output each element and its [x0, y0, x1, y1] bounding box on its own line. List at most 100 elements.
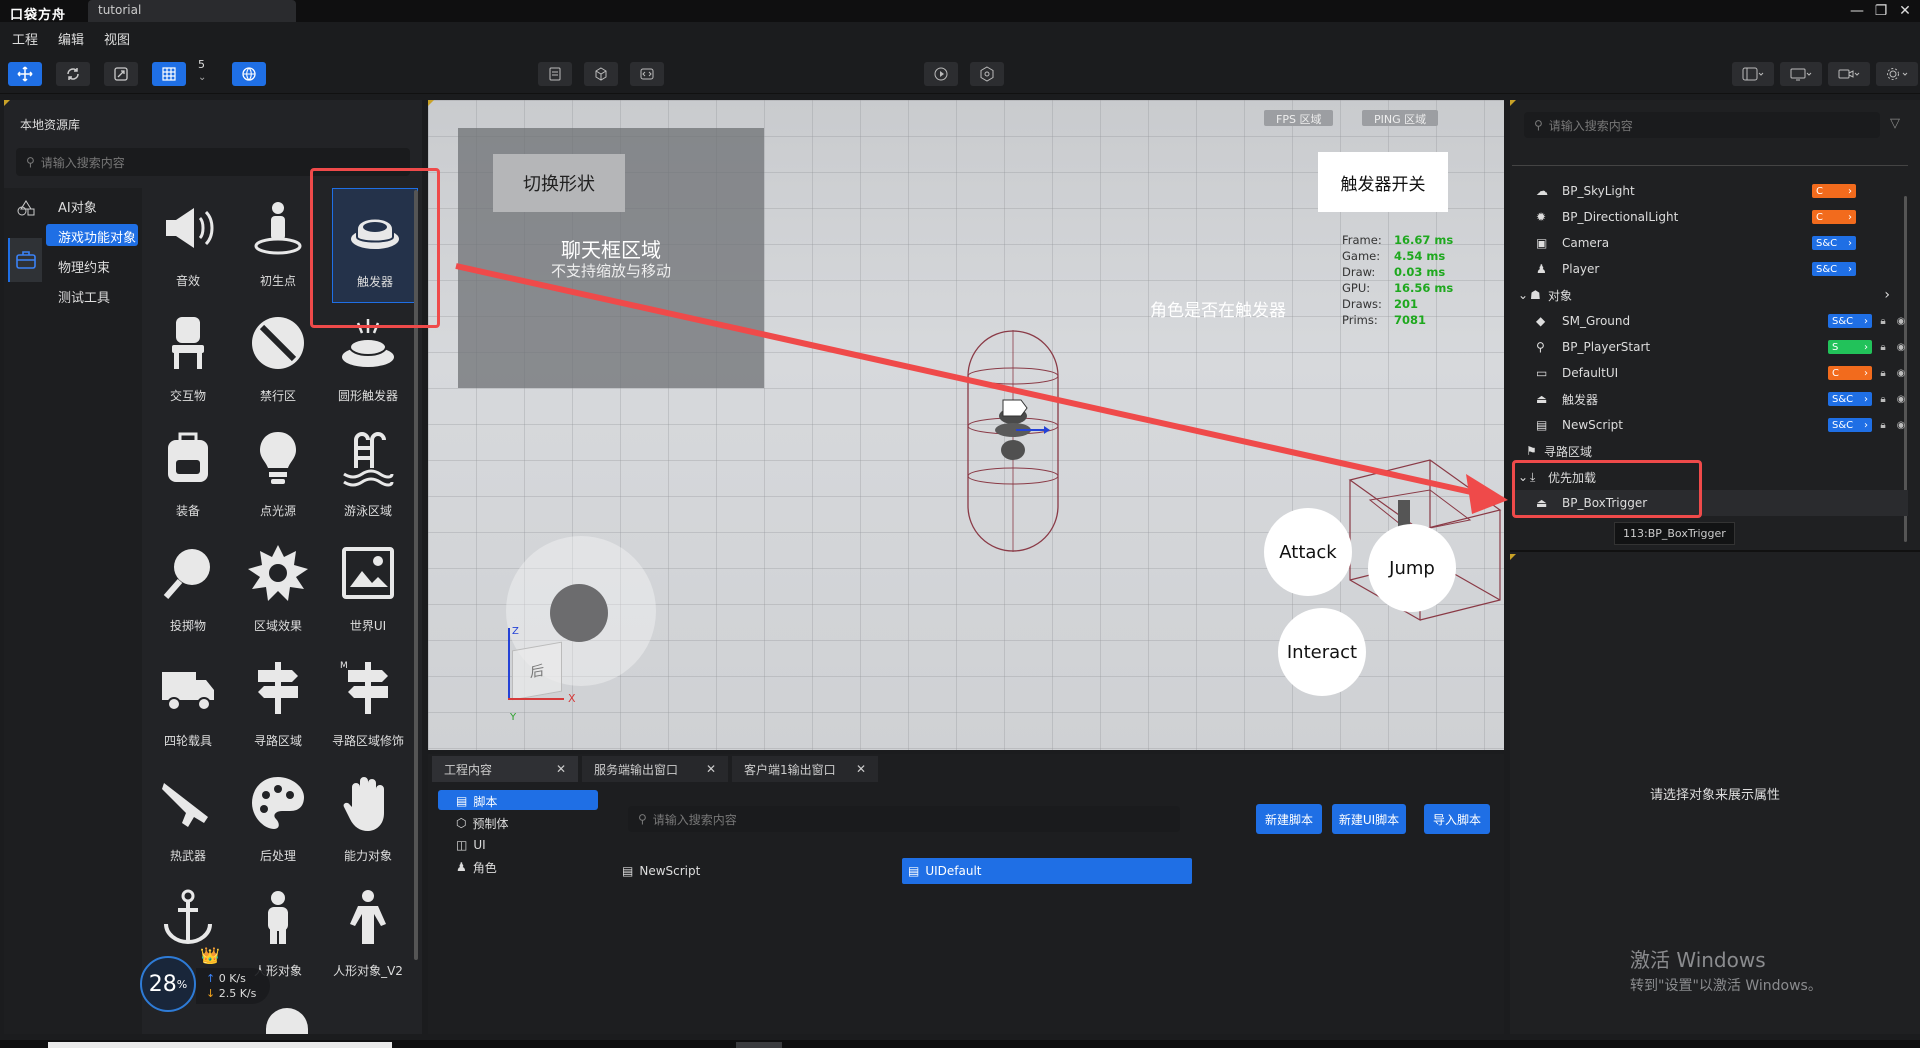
scene-row-trigger[interactable]: ⏏ 触发器 S&C › 🔒︎ ◉ — [1512, 386, 1908, 412]
minimize-button[interactable]: — — [1846, 2, 1868, 20]
tree-item-ui[interactable]: ◫ UI — [438, 834, 598, 854]
eye-icon[interactable]: ◉ — [1894, 342, 1908, 353]
network-badge[interactable]: S&C › — [1812, 236, 1856, 250]
settings-button[interactable] — [970, 62, 1004, 86]
world-space-button[interactable] — [232, 62, 266, 86]
rotate-tool-button[interactable] — [56, 62, 90, 86]
view-cube-back[interactable]: 后 — [512, 641, 562, 701]
asset-interactive[interactable]: 交互物 — [145, 303, 231, 418]
file-uidefault[interactable]: ▤ UIDefault — [902, 858, 1192, 884]
close-button[interactable]: ✕ — [1894, 2, 1916, 20]
tree-item-prefabs[interactable]: ⬡ 预制体 — [438, 812, 598, 832]
asset-post-process[interactable]: 后处理 — [235, 763, 321, 878]
interact-button[interactable]: Interact — [1278, 608, 1366, 696]
move-tool-button[interactable] — [8, 62, 42, 86]
code-button[interactable] — [630, 62, 664, 86]
network-badge[interactable]: S › — [1828, 340, 1872, 354]
jump-button[interactable]: Jump — [1368, 524, 1456, 612]
scale-tool-button[interactable] — [104, 62, 138, 86]
scene-search-input[interactable]: ⚲ 请输入搜索内容 — [1524, 112, 1880, 138]
close-icon[interactable]: ✕ — [706, 762, 716, 776]
close-icon[interactable]: ✕ — [556, 762, 566, 776]
script-button[interactable] — [538, 62, 572, 86]
menu-edit[interactable]: 编辑 — [58, 29, 84, 48]
camera-dropdown[interactable] — [1828, 62, 1870, 86]
tree-item-characters[interactable]: ♟ 角色 — [438, 856, 598, 876]
network-badge[interactable]: C › — [1812, 210, 1856, 224]
scene-row-default-ui[interactable]: ▭ DefaultUI C › 🔒︎ ◉ — [1512, 360, 1908, 386]
menu-view[interactable]: 视图 — [104, 29, 130, 48]
asset-spawn-point[interactable]: 初生点 — [235, 188, 321, 303]
network-badge[interactable]: S&C › — [1828, 418, 1872, 432]
asset-four-wheel-vehicle[interactable]: 四轮载具 — [145, 648, 231, 763]
eye-icon[interactable]: ◉ — [1894, 420, 1908, 431]
eye-icon[interactable]: ◉ — [1894, 394, 1908, 405]
taskbar-input-area[interactable] — [48, 1042, 392, 1048]
asset-nav-modifier[interactable]: M 寻路区域修饰 — [325, 648, 411, 763]
scene-row-newscript[interactable]: ▤ NewScript S&C › 🔒︎ ◉ — [1512, 412, 1908, 438]
device-dropdown[interactable] — [1780, 62, 1822, 86]
network-badge[interactable]: S&C › — [1828, 314, 1872, 328]
lock-icon[interactable]: 🔒︎ — [1876, 316, 1890, 327]
asset-world-ui[interactable]: 世界UI — [325, 533, 411, 648]
network-badge[interactable]: C › — [1828, 366, 1872, 380]
content-search-input[interactable]: ⚲ 请输入搜索内容 — [628, 806, 1180, 832]
network-badge[interactable]: S&C › — [1812, 262, 1856, 276]
scene-row-sm-ground[interactable]: ◆ SM_Ground S&C › 🔒︎ ◉ — [1512, 308, 1908, 334]
category-test-tools[interactable]: 测试工具 — [46, 284, 138, 306]
shapes-icon[interactable] — [10, 192, 42, 224]
file-newscript[interactable]: ▤ NewScript — [616, 858, 876, 884]
asset-area-effect[interactable]: 区域效果 — [235, 533, 321, 648]
asset-point-light[interactable]: 点光源 — [235, 418, 321, 533]
network-badge[interactable]: C › — [1812, 184, 1856, 198]
category-game-objects[interactable]: 游戏功能对象 — [46, 224, 138, 246]
eye-icon[interactable]: ◉ — [1894, 316, 1908, 327]
lock-icon[interactable]: 🔒︎ — [1876, 368, 1890, 379]
taskbar-item[interactable] — [736, 1042, 782, 1048]
asset-firearm[interactable]: 热武器 — [145, 763, 231, 878]
attack-button[interactable]: Attack — [1264, 508, 1352, 596]
player-capsule[interactable] — [958, 326, 1068, 556]
asset-swim-area[interactable]: 游泳区域 — [325, 418, 411, 533]
network-badge[interactable]: S&C › — [1828, 392, 1872, 406]
close-icon[interactable]: ✕ — [856, 762, 866, 776]
model-button[interactable] — [584, 62, 618, 86]
grid-snap-button[interactable] — [152, 62, 186, 86]
chevron-right-icon[interactable]: › — [1884, 287, 1890, 303]
scene-row-directional-light[interactable]: ✹ BP_DirectionalLight C › — [1512, 204, 1908, 230]
toolbox-icon[interactable] — [8, 238, 42, 282]
tab-client-output[interactable]: 客户端1输出窗口 ✕ — [732, 756, 878, 782]
category-ai-objects[interactable]: AI对象 — [46, 194, 138, 216]
asset-throwable[interactable]: 投掷物 — [145, 533, 231, 648]
trigger-switch-button[interactable]: 触发器开关 — [1318, 152, 1448, 212]
layout-dropdown[interactable] — [1732, 62, 1774, 86]
asset-humanoid-v2[interactable]: 人形对象_V2 — [325, 878, 411, 993]
new-script-button[interactable]: 新建脚本 — [1256, 804, 1322, 834]
project-tab[interactable]: tutorial — [88, 0, 296, 22]
asset-no-entry[interactable]: 禁行区 — [235, 303, 321, 418]
switch-shape-button[interactable]: 切换形状 — [493, 154, 625, 212]
asset-sound[interactable]: 音效 — [145, 188, 231, 303]
chevron-down-icon[interactable]: ⌄ — [1518, 288, 1530, 302]
snap-value[interactable]: 5 — [198, 58, 205, 71]
asset-ability-object[interactable]: 能力对象 — [325, 763, 411, 878]
lock-icon[interactable]: 🔒︎ — [1876, 394, 1890, 405]
tab-server-output[interactable]: 服务端输出窗口 ✕ — [582, 756, 728, 782]
scene-row-skylight[interactable]: ☁ BP_SkyLight C › — [1512, 178, 1908, 204]
filter-icon[interactable]: ▽ — [1890, 116, 1900, 131]
asset-equipment[interactable]: 装备 — [145, 418, 231, 533]
tree-item-scripts[interactable]: ▤ 脚本 — [438, 790, 598, 810]
category-physics-constraints[interactable]: 物理约束 — [46, 254, 138, 276]
asset-nav-area[interactable]: 寻路区域 — [235, 648, 321, 763]
eye-icon[interactable]: ◉ — [1894, 368, 1908, 379]
tab-project-content[interactable]: 工程内容 ✕ — [432, 756, 578, 782]
play-button[interactable] — [924, 62, 958, 86]
lock-icon[interactable]: 🔒︎ — [1876, 420, 1890, 431]
scene-group-objects[interactable]: ⌄ ☗ 对象 › — [1512, 282, 1908, 308]
menu-project[interactable]: 工程 — [12, 29, 38, 48]
lock-icon[interactable]: 🔒︎ — [1876, 342, 1890, 353]
preferences-dropdown[interactable] — [1876, 62, 1918, 86]
import-script-button[interactable]: 导入脚本 — [1424, 804, 1490, 834]
scene-viewport[interactable]: FPS 区域 PING 区域 切换形状 聊天框区域 不支持缩放与移动 触发器开关… — [428, 100, 1504, 750]
joystick-knob[interactable] — [550, 584, 608, 642]
